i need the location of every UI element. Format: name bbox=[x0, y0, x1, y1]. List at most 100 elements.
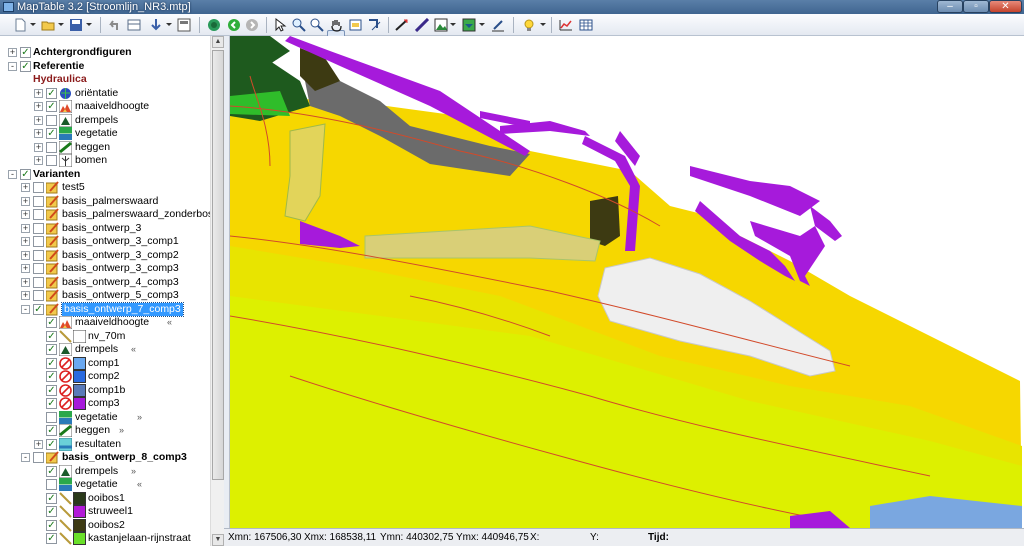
tree-row[interactable]: ✓ comp1 bbox=[0, 356, 210, 370]
layer-checkbox[interactable]: ✓ bbox=[46, 519, 57, 531]
tree-row[interactable]: - ✓ Referentie bbox=[0, 60, 210, 73]
layer-checkbox[interactable] bbox=[33, 263, 44, 274]
layer-checkbox[interactable] bbox=[46, 479, 57, 490]
tree-row[interactable]: + ✓ resultaten bbox=[0, 437, 210, 451]
layer-checkbox[interactable]: ✓ bbox=[46, 492, 57, 504]
collapse-icon[interactable]: - bbox=[8, 61, 17, 71]
save-icon[interactable] bbox=[68, 17, 84, 33]
layer-checkbox[interactable]: ✓ bbox=[46, 371, 57, 382]
map-canvas[interactable] bbox=[230, 36, 1022, 528]
measure-icon[interactable] bbox=[414, 17, 430, 33]
tree-row[interactable]: ✓ drempels » bbox=[0, 464, 210, 478]
layer-checkbox[interactable]: ✓ bbox=[20, 60, 31, 72]
tree-row[interactable]: ✓ heggen » bbox=[0, 423, 210, 438]
layer-checkbox[interactable]: ✓ bbox=[20, 47, 31, 58]
layer-checkbox[interactable]: ✓ bbox=[46, 357, 57, 369]
layer-checkbox[interactable]: ✓ bbox=[46, 425, 57, 436]
layer-checkbox[interactable] bbox=[33, 236, 44, 247]
map-graphic[interactable] bbox=[230, 36, 1022, 528]
tree-row[interactable]: + ✓ maaiveldhoogte bbox=[0, 99, 210, 114]
tree-row[interactable]: + basis_ontwerp_5_comp3 bbox=[0, 289, 210, 302]
tree-row[interactable]: - ✓ Varianten bbox=[0, 168, 210, 181]
layer-checkbox[interactable]: ✓ bbox=[46, 101, 57, 112]
tree-row[interactable]: + basis_palmerswaard bbox=[0, 195, 210, 208]
layer-checkbox[interactable]: ✓ bbox=[46, 438, 57, 450]
tree-row[interactable]: + basis_ontwerp_3_comp1 bbox=[0, 235, 210, 248]
tree-row[interactable]: + drempels bbox=[0, 113, 210, 127]
expand-icon[interactable]: + bbox=[21, 277, 30, 287]
tree-row[interactable]: + basis_ontwerp_3_comp3 bbox=[0, 262, 210, 275]
tree-row[interactable]: + basis_ontwerp_4_comp3 bbox=[0, 276, 210, 289]
tree-row[interactable]: ✓ kastanjelaan-rijnstraat bbox=[0, 532, 210, 545]
layer-checkbox[interactable] bbox=[33, 195, 44, 207]
globe-icon[interactable] bbox=[206, 17, 222, 33]
scroll-down-icon[interactable]: ▼ bbox=[212, 534, 224, 546]
tree-row[interactable]: ✓ comp2 bbox=[0, 370, 210, 383]
select-arrow-icon[interactable] bbox=[272, 17, 288, 33]
tree-row[interactable]: - basis_ontwerp_8_comp3 bbox=[0, 451, 210, 464]
minimize-button[interactable]: – bbox=[937, 0, 963, 13]
scroll-up-icon[interactable]: ▲ bbox=[212, 36, 224, 48]
zoom-in-icon[interactable] bbox=[291, 17, 307, 33]
scroll-thumb[interactable] bbox=[212, 50, 224, 480]
expand-icon[interactable]: + bbox=[8, 48, 17, 57]
tree-row[interactable]: + ✓ Achtergrondfiguren bbox=[0, 46, 210, 59]
tree-row[interactable]: + ✓ oriëntatie bbox=[0, 87, 210, 100]
layer-checkbox[interactable]: ✓ bbox=[46, 506, 57, 517]
expand-icon[interactable]: + bbox=[34, 156, 43, 165]
tree-row[interactable]: + ✓ vegetatie bbox=[0, 127, 210, 140]
tree-row[interactable]: ✓ drempels « bbox=[0, 342, 210, 357]
forward-icon[interactable] bbox=[244, 17, 260, 33]
layer-checkbox[interactable]: ✓ bbox=[46, 87, 57, 99]
layer-checkbox[interactable] bbox=[46, 141, 57, 153]
layer-checkbox[interactable]: ✓ bbox=[46, 344, 57, 355]
close-button[interactable]: ✕ bbox=[989, 0, 1022, 13]
layer-checkbox[interactable] bbox=[46, 155, 57, 166]
layer-checkbox[interactable] bbox=[33, 222, 44, 234]
tree-row[interactable]: Hydraulica bbox=[0, 73, 210, 86]
back-icon[interactable] bbox=[226, 17, 242, 33]
maximize-button[interactable]: ▫ bbox=[963, 0, 989, 13]
new-icon[interactable] bbox=[12, 17, 28, 33]
layer-checkbox[interactable]: ✓ bbox=[33, 303, 44, 315]
legend-marker[interactable]: » bbox=[137, 411, 142, 424]
tree-row[interactable]: ✓ nv_70m bbox=[0, 329, 210, 343]
expand-icon[interactable]: + bbox=[21, 196, 30, 206]
tree-row[interactable]: + basis_palmerswaard_zonderbos bbox=[0, 208, 213, 221]
layer-checkbox[interactable] bbox=[33, 249, 44, 261]
tree-row[interactable]: ✓ struweel1 bbox=[0, 505, 210, 518]
collapse-icon[interactable]: - bbox=[21, 453, 30, 462]
layer-checkbox[interactable]: ✓ bbox=[46, 317, 57, 328]
expand-icon[interactable]: + bbox=[21, 183, 30, 192]
layout-icon[interactable] bbox=[176, 17, 192, 33]
layer-checkbox[interactable] bbox=[33, 290, 44, 301]
tree-row[interactable]: + basis_ontwerp_3 bbox=[0, 222, 210, 235]
tree-row[interactable]: + basis_ontwerp_3_comp2 bbox=[0, 249, 210, 262]
layer-checkbox[interactable] bbox=[33, 182, 44, 193]
tree-row[interactable]: ✓ maaiveldhoogte « bbox=[0, 315, 210, 330]
tree-row[interactable]: ✓ ooibos1 bbox=[0, 491, 210, 505]
pan-hand-icon[interactable] bbox=[328, 17, 344, 33]
tree-row[interactable]: vegetatie « bbox=[0, 478, 210, 491]
edit-style-icon[interactable] bbox=[490, 17, 506, 33]
layer-checkbox[interactable]: ✓ bbox=[46, 330, 57, 342]
draw-line-icon[interactable] bbox=[394, 17, 410, 33]
layer-checkbox[interactable]: ✓ bbox=[46, 533, 57, 544]
edit-table-icon[interactable] bbox=[126, 17, 142, 33]
table-view-icon[interactable] bbox=[558, 17, 574, 33]
open-icon[interactable] bbox=[40, 17, 56, 33]
select-region-icon[interactable] bbox=[366, 17, 382, 33]
zoom-full-icon[interactable] bbox=[348, 17, 364, 33]
fill-style-icon[interactable] bbox=[461, 17, 477, 33]
tree-scrollbar[interactable]: ▲ ▼ bbox=[210, 36, 224, 546]
lightbulb-icon[interactable] bbox=[521, 17, 537, 33]
tree-row[interactable]: - ✓ basis_ontwerp_7_comp3 bbox=[0, 301, 210, 317]
zoom-out-icon[interactable] bbox=[309, 17, 325, 33]
collapse-icon[interactable]: - bbox=[21, 304, 30, 314]
tree-row[interactable]: + bomen bbox=[0, 153, 210, 168]
layer-checkbox[interactable] bbox=[33, 209, 44, 220]
tree-row[interactable]: ✓ comp3 bbox=[0, 397, 210, 410]
layer-checkbox[interactable] bbox=[46, 411, 57, 423]
layer-checkbox[interactable]: ✓ bbox=[46, 384, 57, 396]
expand-icon[interactable]: + bbox=[21, 210, 30, 219]
